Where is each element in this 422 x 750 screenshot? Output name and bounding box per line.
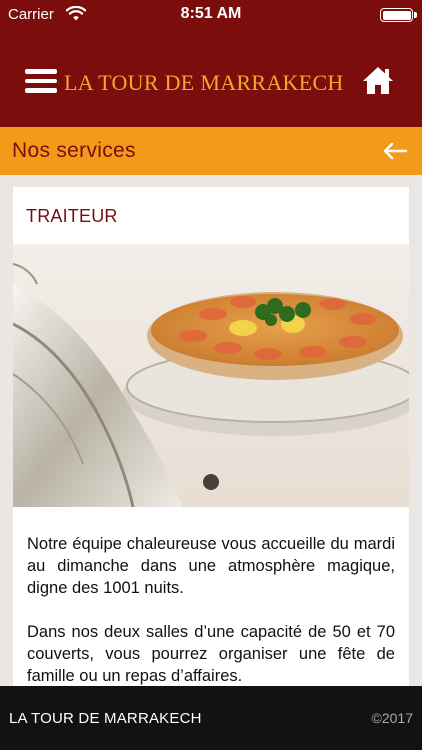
paragraph: Notre équipe chaleureuse vous accueille … [27,535,395,597]
app-header: LA TOUR DE MARRAKECH [0,29,422,127]
status-bar: Carrier 8:51 AM [0,0,422,29]
footer-copyright: ©2017 [371,710,413,726]
card-description: Notre équipe chaleureuse vous accueille … [27,533,395,687]
hamburger-menu-icon[interactable] [25,69,57,93]
app-title: LA TOUR DE MARRAKECH [64,70,344,95]
arrow-left-icon[interactable] [382,141,408,161]
app-footer: LA TOUR DE MARRAKECH ©2017 [0,686,422,750]
carousel-image[interactable] [13,244,409,507]
carousel-indicator-dot[interactable] [203,474,219,490]
card-title: TRAITEUR [26,206,118,226]
paragraph: Dans nos deux salles d’une capacité de 5… [27,623,395,685]
section-header: Nos services [0,127,422,175]
service-card: TRAITEUR Notre équipe chaleureuse vous a… [13,187,409,687]
section-title: Nos services [12,139,136,162]
battery-icon [380,8,413,22]
footer-brand: LA TOUR DE MARRAKECH [9,710,202,727]
clock: 8:51 AM [180,5,242,22]
home-icon[interactable] [362,65,394,95]
